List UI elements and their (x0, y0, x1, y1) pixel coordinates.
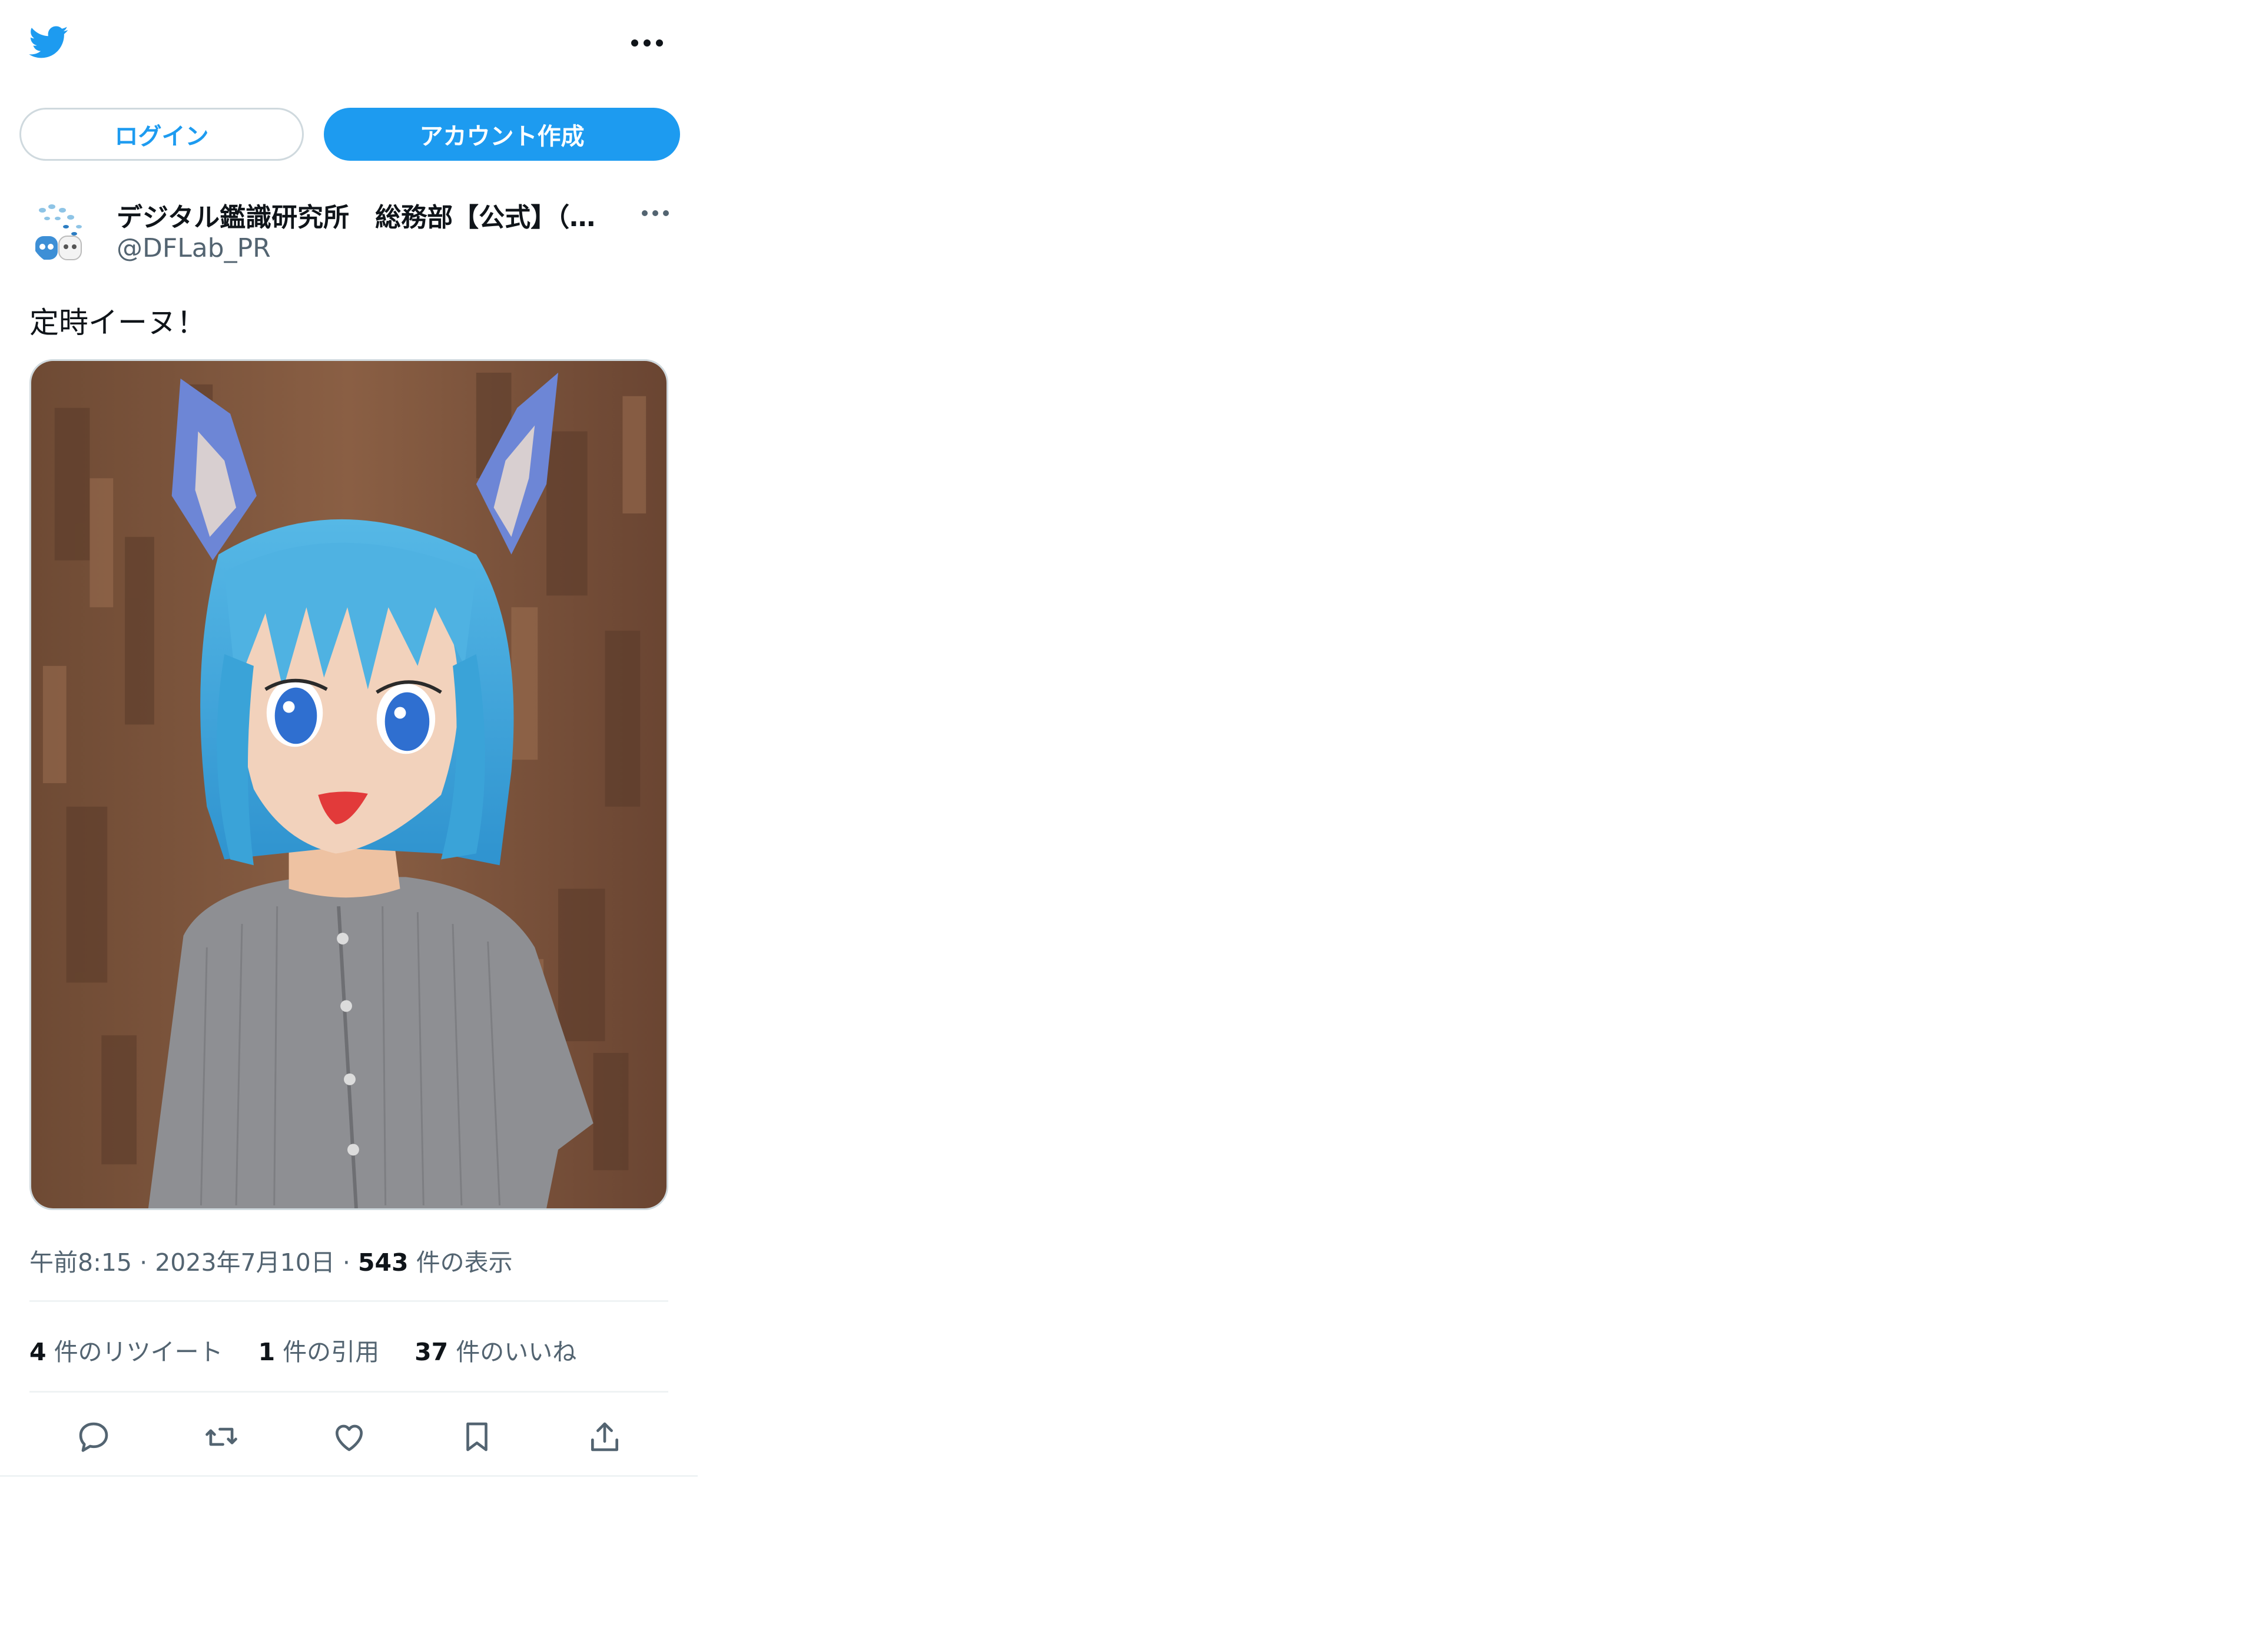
tweet-time[interactable]: 午前8:15 (29, 1248, 132, 1277)
tweet-actions (29, 1410, 668, 1463)
bookmark-icon[interactable] (457, 1417, 496, 1456)
tweet-photo[interactable] (29, 359, 668, 1210)
retweets-count: 4 (29, 1338, 47, 1366)
divider (29, 1300, 668, 1302)
views-label: 件の表示 (416, 1248, 513, 1277)
tweet-date[interactable]: 2023年7月10日 (155, 1248, 335, 1277)
likes-label: 件のいいね (456, 1338, 577, 1366)
reply-icon[interactable] (74, 1417, 113, 1456)
divider (29, 1391, 668, 1393)
likes-count: 37 (415, 1338, 449, 1366)
login-button[interactable]: ログイン (19, 108, 304, 161)
retweets-label: 件のリツイート (54, 1338, 223, 1366)
quotes-stat[interactable]: 1 件の引用 (258, 1332, 380, 1367)
share-icon[interactable] (585, 1417, 624, 1456)
tweet-more-icon[interactable] (642, 210, 669, 216)
tweet-stats: 4 件のリツイート 1 件の引用 37 件のいいね (29, 1332, 576, 1367)
more-horizontal-icon[interactable] (631, 37, 668, 49)
quotes-count: 1 (258, 1338, 276, 1366)
likes-stat[interactable]: 37 件のいいね (415, 1332, 576, 1367)
retweets-stat[interactable]: 4 件のリツイート (29, 1332, 223, 1367)
avatar[interactable] (29, 197, 98, 266)
like-icon[interactable] (330, 1417, 369, 1456)
tweet-meta: 午前8:15 · 2023年7月10日 · 543 件の表示 (29, 1248, 513, 1277)
twitter-bird-icon[interactable] (26, 22, 71, 62)
author-name[interactable]: デジタル鑑識研究所 総務部【公式】（… (117, 196, 599, 234)
quotes-label: 件の引用 (283, 1338, 380, 1366)
signup-button[interactable]: アカウント作成 (324, 108, 680, 161)
tweet-text: 定時イーヌ！ (29, 306, 206, 340)
views-count: 543 (357, 1248, 409, 1277)
retweet-icon[interactable] (202, 1417, 241, 1456)
author-handle[interactable]: @DFLab_PR (117, 233, 271, 263)
tweet-panel: ログイン アカウント作成 デジタル鑑識研究所 総務部【公式】（… @DFLab_… (0, 0, 698, 1477)
